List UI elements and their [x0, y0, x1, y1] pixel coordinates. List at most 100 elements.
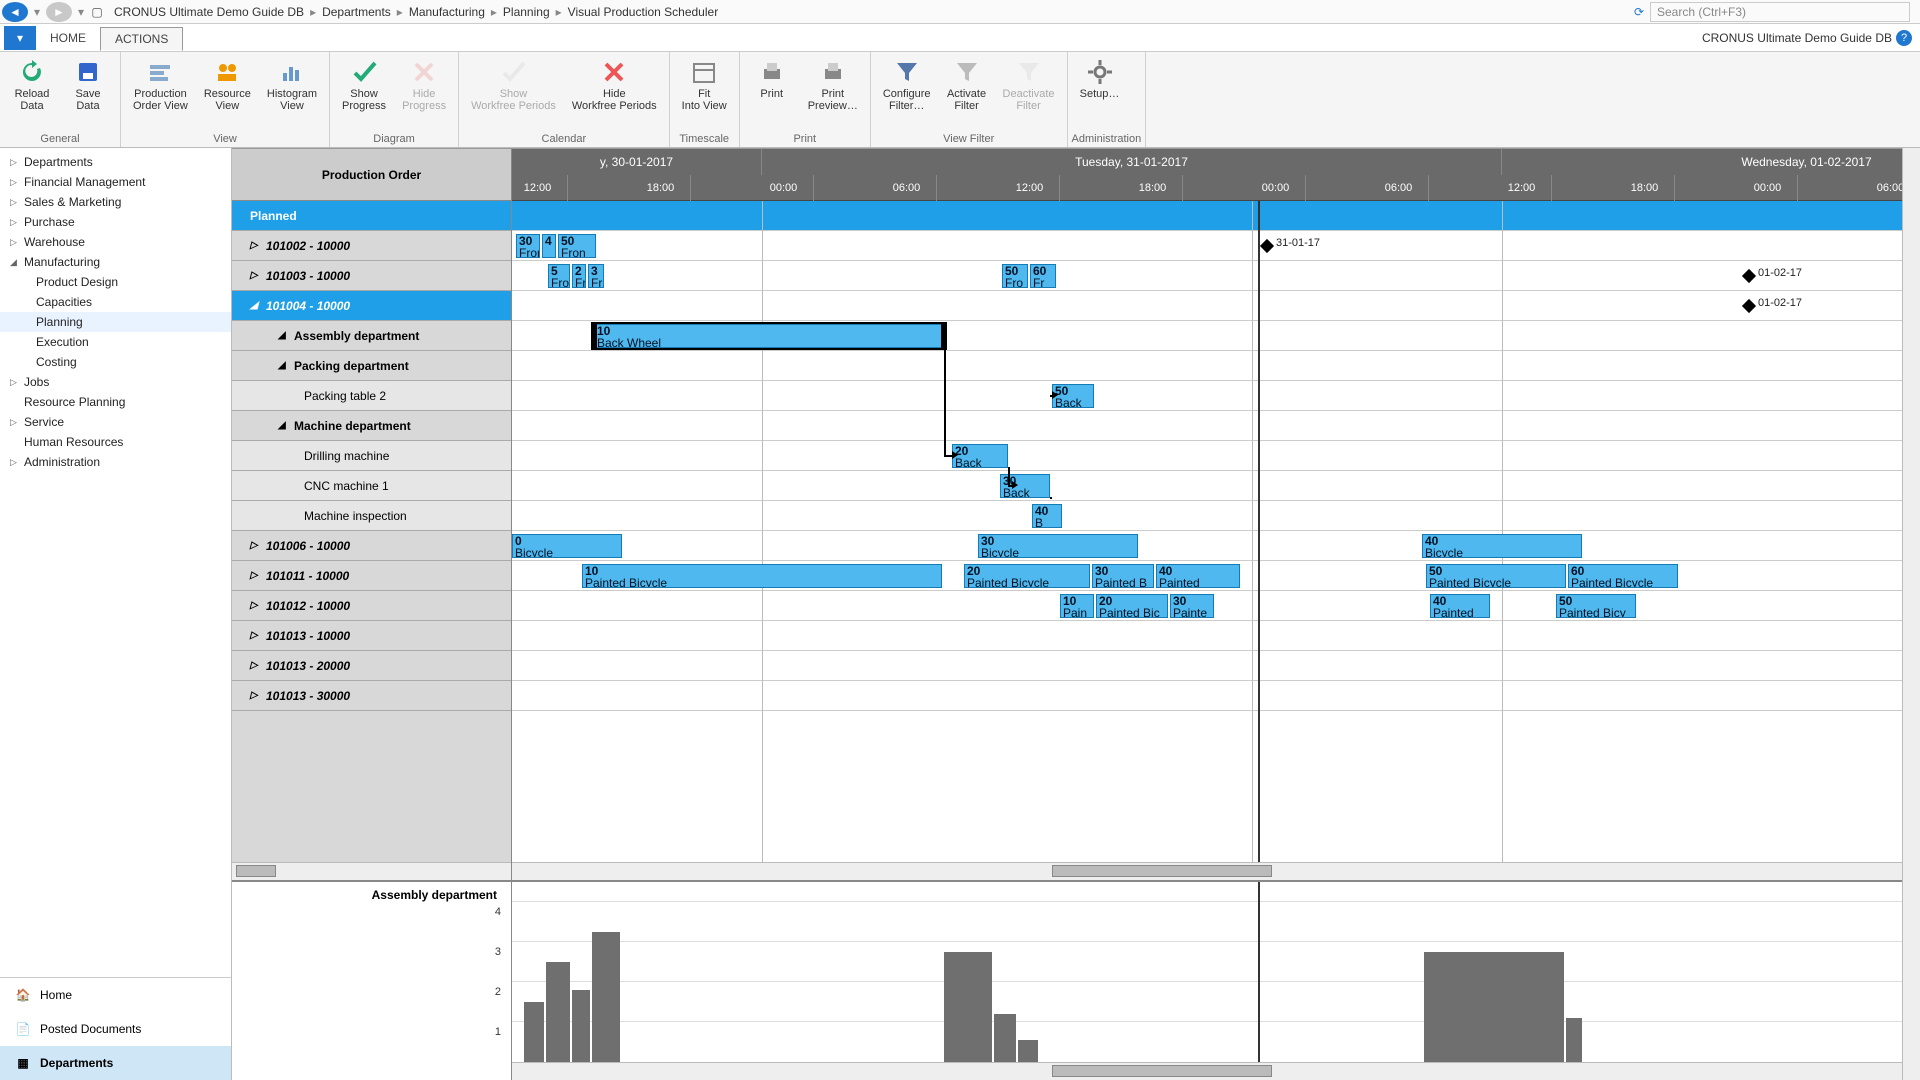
- task-bar[interactable]: 50Fro: [1002, 264, 1028, 288]
- nav-service[interactable]: ▷Service: [0, 412, 231, 432]
- nav-jobs[interactable]: ▷Jobs: [0, 372, 231, 392]
- task-bar[interactable]: 50Back: [1052, 384, 1094, 408]
- task-bar[interactable]: 20Painted Bic: [1096, 594, 1168, 618]
- task-bar[interactable]: 20Back: [952, 444, 1008, 468]
- tab-actions[interactable]: ACTIONS: [100, 27, 183, 51]
- task-bar[interactable]: 4: [542, 234, 556, 258]
- task-bar[interactable]: 60Fr: [1030, 264, 1056, 288]
- gantt-row-1[interactable]: ▷101002 - 10000: [232, 231, 511, 261]
- task-bar[interactable]: 30Front: [516, 234, 540, 258]
- nav-human-resources[interactable]: Human Resources: [0, 432, 231, 452]
- nav-back-button[interactable]: ◄: [2, 2, 28, 22]
- crumb-mfg[interactable]: Manufacturing: [409, 5, 485, 19]
- gantt-row-2[interactable]: ▷101003 - 10000: [232, 261, 511, 291]
- nav-execution[interactable]: Execution: [0, 332, 231, 352]
- save-data-button[interactable]: SaveData: [60, 54, 116, 133]
- gantt-row-11[interactable]: ▷101006 - 10000: [232, 531, 511, 561]
- nav-purchase[interactable]: ▷Purchase: [0, 212, 231, 232]
- task-bar[interactable]: 10Back Wheel: [594, 324, 944, 348]
- gantt-row-16[interactable]: ▷101013 - 30000: [232, 681, 511, 711]
- search-input[interactable]: Search (Ctrl+F3): [1650, 2, 1910, 22]
- crumb-vps[interactable]: Visual Production Scheduler: [568, 5, 719, 19]
- refresh-icon[interactable]: ⟳: [1628, 5, 1650, 19]
- nav-back-dd[interactable]: ▾: [30, 5, 44, 19]
- nav-warehouse[interactable]: ▷Warehouse: [0, 232, 231, 252]
- task-bar[interactable]: 50Painted Bicycle: [1426, 564, 1566, 588]
- rowcol-hscroll[interactable]: [232, 862, 511, 880]
- timeline-hscroll[interactable]: [512, 862, 1920, 880]
- gantt-row-10[interactable]: Machine inspection: [232, 501, 511, 531]
- task-bar[interactable]: 10Painted Bicycle: [582, 564, 942, 588]
- fit-into-view-button[interactable]: FitInto View: [674, 54, 735, 133]
- gantt-row-13[interactable]: ▷101012 - 10000: [232, 591, 511, 621]
- resize-handle-left[interactable]: [591, 322, 597, 350]
- nav-product-design[interactable]: Product Design: [0, 272, 231, 292]
- task-bar[interactable]: 50Fron: [558, 234, 596, 258]
- footer-posted[interactable]: 📄Posted Documents: [0, 1012, 231, 1046]
- nav-fwd-button[interactable]: ►: [46, 2, 72, 22]
- nav-departments[interactable]: ▷Departments: [0, 152, 231, 172]
- home-icon: 🏠: [14, 986, 32, 1004]
- print-preview-button[interactable]: PrintPreview…: [800, 54, 866, 133]
- nav-capacities[interactable]: Capacities: [0, 292, 231, 312]
- histogram-view-button[interactable]: HistogramView: [259, 54, 325, 133]
- gantt-row-8[interactable]: Drilling machine: [232, 441, 511, 471]
- task-bar[interactable]: 40B: [1032, 504, 1062, 528]
- deactivate-filter-button[interactable]: DeactivateFilter: [995, 54, 1063, 133]
- setup-button[interactable]: Setup…: [1072, 54, 1128, 133]
- task-bar[interactable]: 50Painted Bicy: [1556, 594, 1636, 618]
- gantt-row-9[interactable]: CNC machine 1: [232, 471, 511, 501]
- nav-financial-management[interactable]: ▷Financial Management: [0, 172, 231, 192]
- nav-sales-marketing[interactable]: ▷Sales & Marketing: [0, 192, 231, 212]
- task-bar[interactable]: 30Painted B: [1092, 564, 1154, 588]
- configure-filter-button[interactable]: ConfigureFilter…: [875, 54, 939, 133]
- vertical-scrollbar[interactable]: [1902, 148, 1920, 1080]
- hide-workfree-button[interactable]: HideWorkfree Periods: [564, 54, 665, 133]
- crumb-plan[interactable]: Planning: [503, 5, 550, 19]
- task-bar[interactable]: 40Painted Bicycle: [1156, 564, 1240, 588]
- task-bar[interactable]: 5Fro: [548, 264, 570, 288]
- gantt-row-6[interactable]: Packing table 2: [232, 381, 511, 411]
- footer-departments[interactable]: ▦Departments: [0, 1046, 231, 1080]
- task-bar[interactable]: 20Painted Bicycle: [964, 564, 1090, 588]
- resize-handle-right[interactable]: [941, 322, 947, 350]
- task-bar[interactable]: 30Bicycle: [978, 534, 1138, 558]
- nav-resource-planning[interactable]: Resource Planning: [0, 392, 231, 412]
- task-bar[interactable]: 0Bicycle: [512, 534, 622, 558]
- nav-manufacturing[interactable]: ◢Manufacturing: [0, 252, 231, 272]
- help-icon[interactable]: ?: [1896, 30, 1912, 46]
- task-bar[interactable]: 40Painted: [1430, 594, 1490, 618]
- activate-filter-button[interactable]: ActivateFilter: [939, 54, 995, 133]
- task-bar[interactable]: 40Bicycle: [1422, 534, 1582, 558]
- gantt-row-14[interactable]: ▷101013 - 10000: [232, 621, 511, 651]
- nav-administration[interactable]: ▷Administration: [0, 452, 231, 472]
- production-order-view-button[interactable]: ProductionOrder View: [125, 54, 196, 133]
- crumb-root[interactable]: CRONUS Ultimate Demo Guide DB: [114, 5, 304, 19]
- gantt-row-12[interactable]: ▷101011 - 10000: [232, 561, 511, 591]
- gantt-row-0[interactable]: Planned: [232, 201, 511, 231]
- gantt-row-5[interactable]: ◢Packing department: [232, 351, 511, 381]
- resource-view-button[interactable]: ResourceView: [196, 54, 259, 133]
- hide-progress-button[interactable]: HideProgress: [394, 54, 454, 133]
- task-bar[interactable]: 3Fr: [588, 264, 604, 288]
- hist-hscroll[interactable]: [512, 1062, 1920, 1080]
- app-menu-button[interactable]: ▾: [4, 26, 36, 50]
- task-bar[interactable]: 60Painted Bicycle: [1568, 564, 1678, 588]
- task-bar[interactable]: 30Painte: [1170, 594, 1214, 618]
- tab-home[interactable]: HOME: [36, 27, 100, 49]
- gantt-row-7[interactable]: ◢Machine department: [232, 411, 511, 441]
- gantt-row-4[interactable]: ◢Assembly department: [232, 321, 511, 351]
- footer-home[interactable]: 🏠Home: [0, 978, 231, 1012]
- nav-costing[interactable]: Costing: [0, 352, 231, 372]
- show-workfree-button[interactable]: ShowWorkfree Periods: [463, 54, 564, 133]
- task-bar[interactable]: 2Fr: [572, 264, 586, 288]
- gantt-row-15[interactable]: ▷101013 - 20000: [232, 651, 511, 681]
- crumb-dept[interactable]: Departments: [322, 5, 391, 19]
- nav-planning[interactable]: Planning: [0, 312, 231, 332]
- reload-data-button[interactable]: ReloadData: [4, 54, 60, 133]
- gantt-row-3[interactable]: ◢101004 - 10000: [232, 291, 511, 321]
- nav-fwd-dd[interactable]: ▾: [74, 5, 88, 19]
- print-button[interactable]: Print: [744, 54, 800, 133]
- task-bar[interactable]: 10Pain: [1060, 594, 1094, 618]
- show-progress-button[interactable]: ShowProgress: [334, 54, 394, 133]
